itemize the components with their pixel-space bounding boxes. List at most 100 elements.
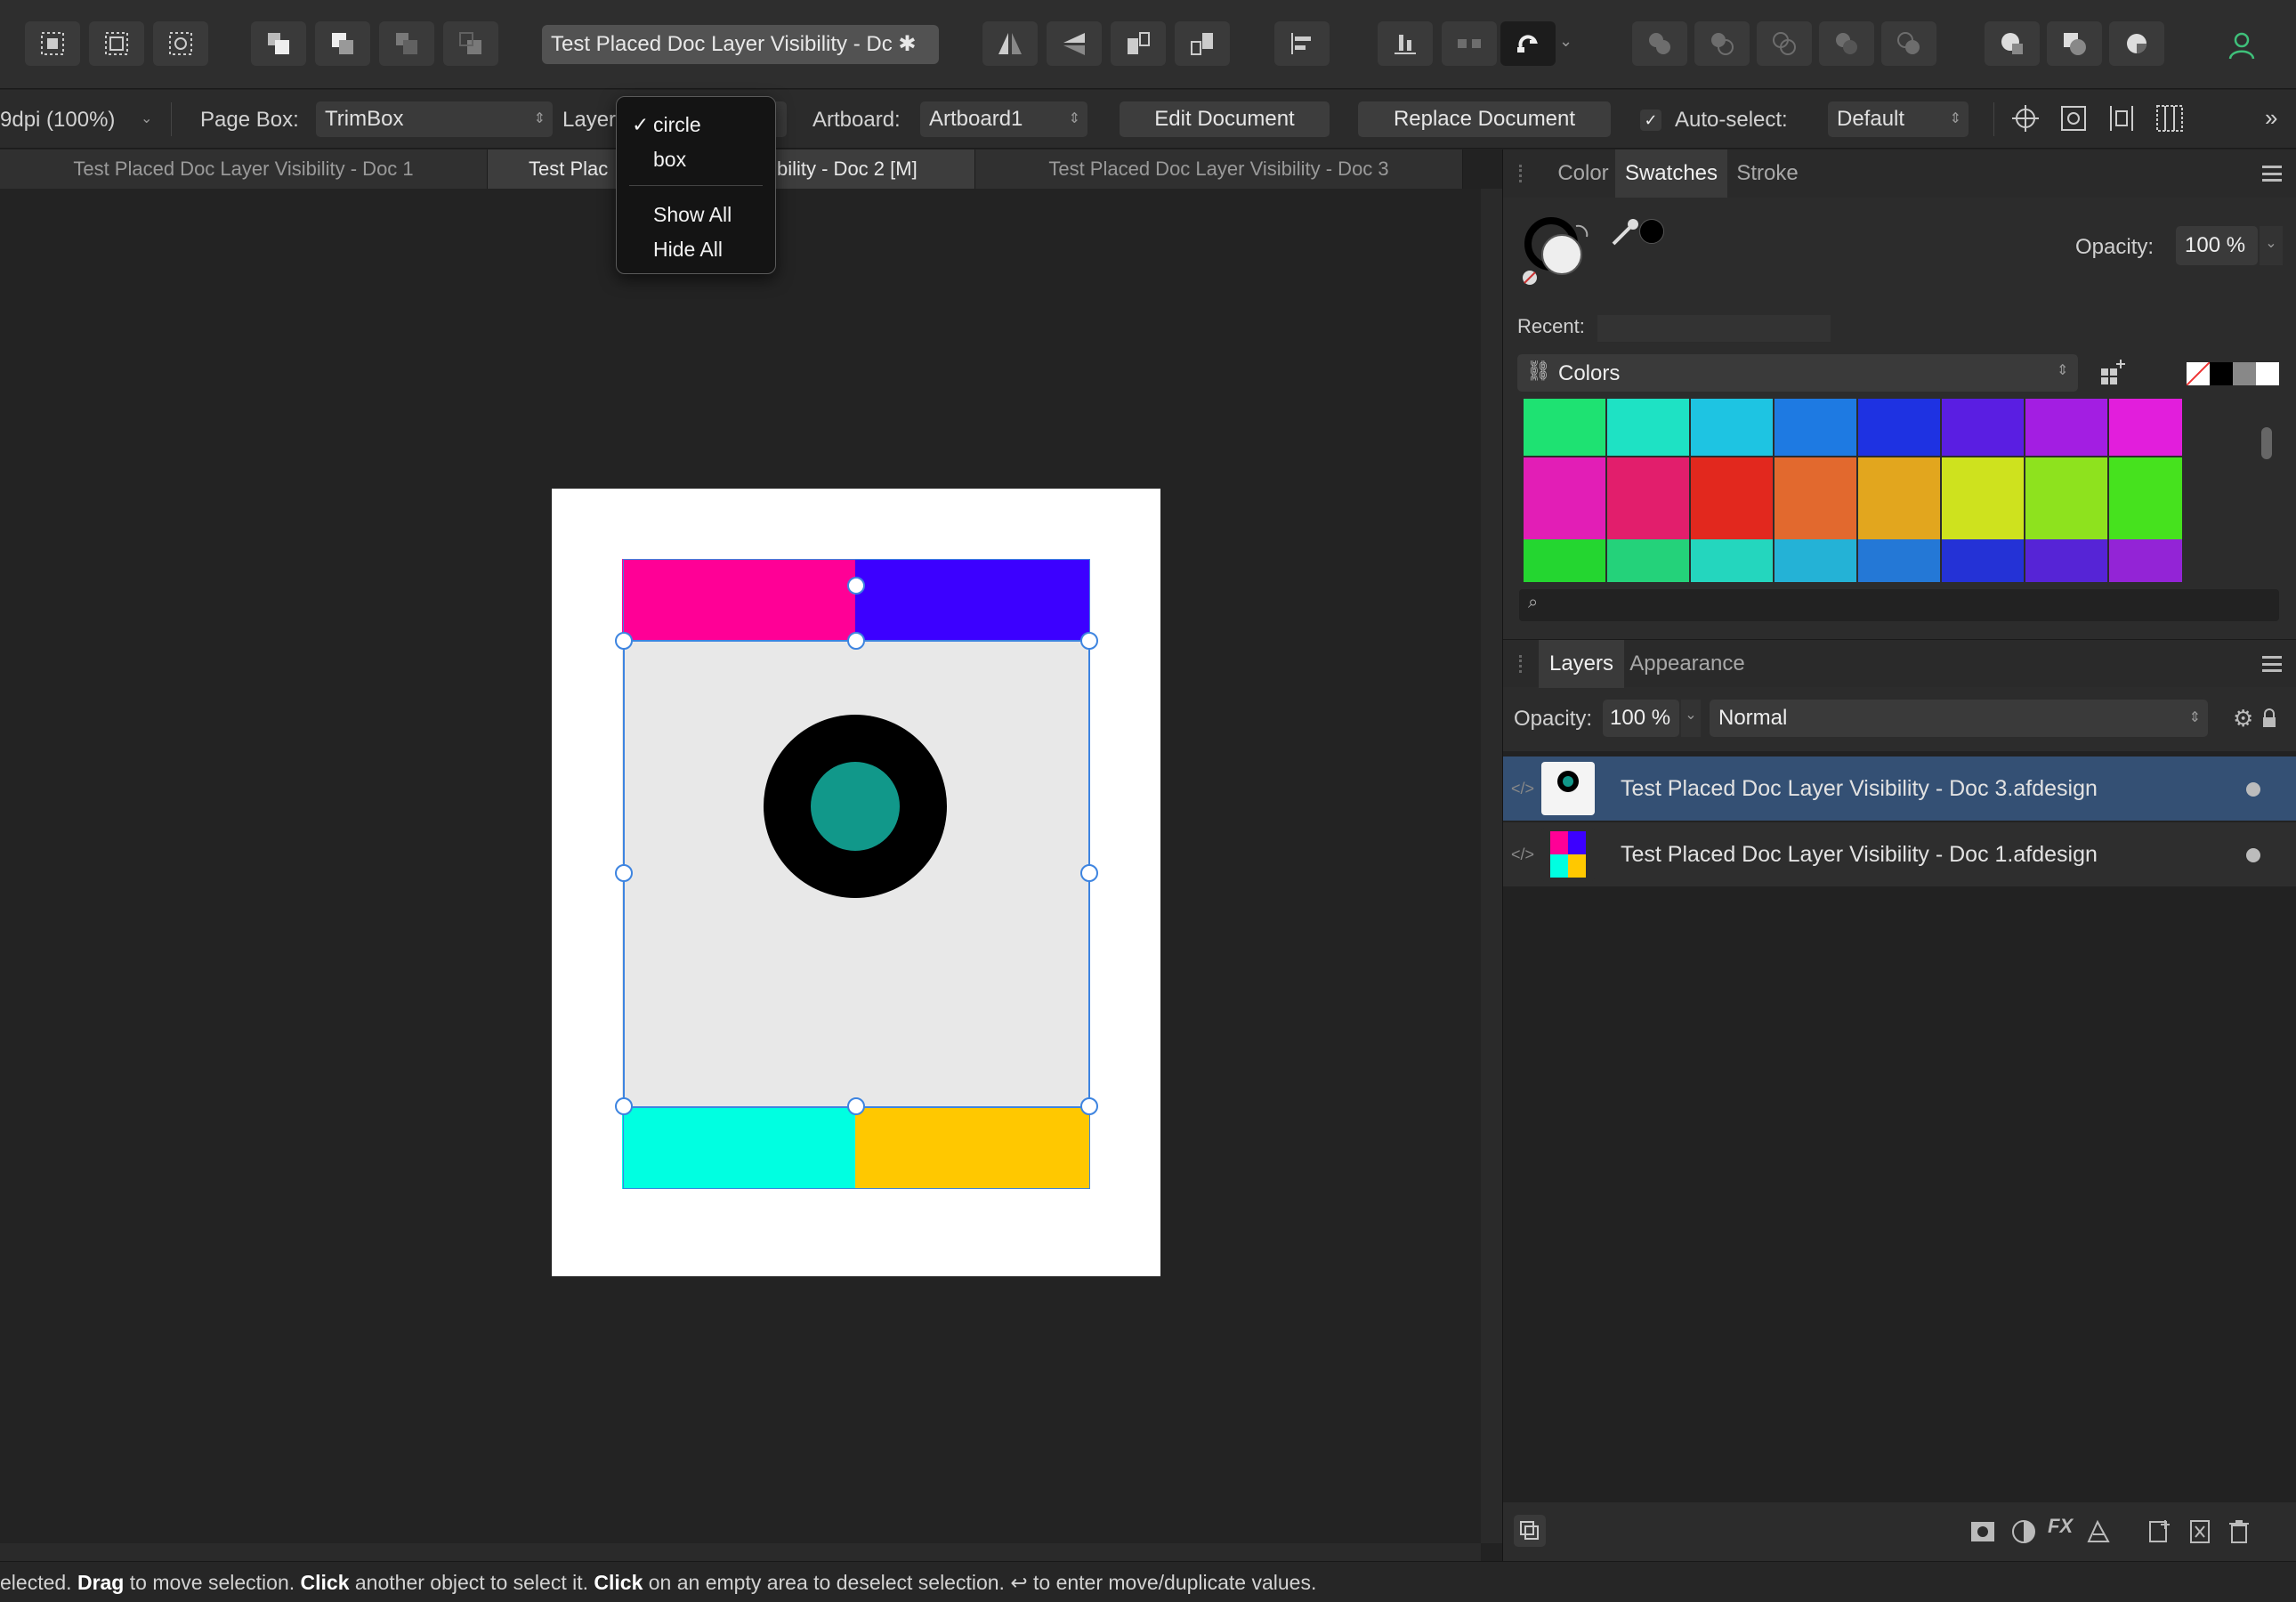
auto-select-checkbox[interactable]: ✓ — [1640, 109, 1661, 131]
tab-layers[interactable]: Layers — [1539, 640, 1624, 688]
picked-color-swatch[interactable] — [1639, 219, 1664, 244]
tab-swatches[interactable]: Swatches — [1615, 150, 1727, 198]
dpi-dropdown-icon[interactable]: ⌄ — [141, 109, 152, 127]
resize-handle[interactable] — [615, 864, 633, 882]
arrange-forward-icon[interactable] — [315, 21, 370, 66]
resize-handle[interactable] — [847, 1097, 865, 1115]
resize-handle[interactable] — [615, 1097, 633, 1115]
swatch-scrollbar[interactable] — [2261, 427, 2272, 459]
rotate-left-icon[interactable] — [1111, 21, 1166, 66]
swatch-search-input[interactable]: ⌕ — [1519, 589, 2279, 621]
color-swatch[interactable] — [1691, 399, 1773, 456]
canvas-area[interactable] — [0, 189, 1481, 1543]
layer-row[interactable]: </> Test Placed Doc Layer Visibility - D… — [1503, 756, 2296, 821]
boolean-subtract-icon[interactable] — [1694, 21, 1750, 66]
flip-vertical-icon[interactable] — [1047, 21, 1102, 66]
menu-item-hide-all[interactable]: Hide All — [617, 233, 775, 265]
layers-options-icon[interactable] — [1514, 1515, 1546, 1547]
document-title[interactable]: Test Placed Doc Layer Visibility - Dc ✱ — [542, 25, 939, 64]
distribute-spacing-icon[interactable] — [2106, 102, 2141, 136]
blend-mode-select[interactable]: Normal ⇕ — [1710, 700, 2208, 737]
rotation-handle[interactable] — [847, 577, 865, 595]
color-swatch[interactable] — [1858, 399, 1940, 456]
color-swatch[interactable] — [2025, 399, 2107, 456]
grid-icon[interactable] — [2154, 102, 2189, 136]
snapping-magnet-icon[interactable] — [1500, 21, 1556, 66]
overflow-chevron-icon[interactable]: » — [2265, 104, 2277, 132]
color-picker-icon[interactable] — [1608, 214, 1644, 249]
trash-icon[interactable] — [2226, 1518, 2252, 1545]
tab-doc-3[interactable]: Test Placed Doc Layer Visibility - Doc 3 — [975, 150, 1463, 189]
color-swatch[interactable] — [2025, 539, 2107, 582]
color-swatch[interactable] — [1607, 457, 1689, 539]
visibility-dot-icon[interactable] — [2246, 848, 2260, 862]
panel-grip-icon[interactable] — [1519, 655, 1530, 673]
color-swatch[interactable] — [1607, 539, 1689, 582]
persona-pixel-icon[interactable] — [2047, 21, 2102, 66]
layer-row[interactable]: </> Test Placed Doc Layer Visibility - D… — [1503, 822, 2296, 886]
arrange-front-icon[interactable] — [251, 21, 306, 66]
color-swatch[interactable] — [1942, 457, 2024, 539]
group-icon[interactable] — [2187, 1518, 2213, 1545]
horizontal-scrollbar[interactable] — [0, 1543, 1481, 1561]
tab-stroke[interactable]: Stroke — [1727, 150, 1807, 198]
color-swatch[interactable] — [1607, 399, 1689, 456]
white-swatch[interactable] — [2256, 362, 2279, 385]
show-bbox-icon[interactable] — [2058, 102, 2093, 136]
boolean-intersect-icon[interactable] — [1757, 21, 1812, 66]
color-swatch[interactable] — [1942, 539, 2024, 582]
visibility-dot-icon[interactable] — [2246, 782, 2260, 797]
color-swatch[interactable] — [1524, 457, 1605, 539]
resize-handle[interactable] — [615, 632, 633, 650]
boolean-divide-icon[interactable] — [1881, 21, 1936, 66]
palette-select[interactable]: ⛓ Colors ⇕ — [1517, 354, 2078, 392]
opacity-input[interactable]: 100 % — [2176, 226, 2258, 265]
color-swatch[interactable] — [1775, 399, 1856, 456]
black-swatch[interactable] — [2210, 362, 2233, 385]
resize-handle[interactable] — [1080, 864, 1098, 882]
artboard-select[interactable]: Artboard1 ⇕ — [920, 101, 1087, 137]
replace-document-button[interactable]: Replace Document — [1358, 101, 1611, 137]
arrange-back-icon[interactable] — [443, 21, 498, 66]
persona-designer-icon[interactable] — [1985, 21, 2040, 66]
menu-item-show-all[interactable]: Show All — [617, 198, 775, 231]
panel-grip-icon[interactable] — [1519, 165, 1530, 182]
arrange-backward-icon[interactable] — [379, 21, 434, 66]
color-swatch[interactable] — [1775, 457, 1856, 539]
add-layer-icon[interactable] — [2146, 1518, 2172, 1545]
dpi-zoom-readout[interactable]: 9dpi (100%) — [0, 108, 115, 133]
distribute-icon[interactable] — [1378, 21, 1433, 66]
recent-colors-strip[interactable] — [1597, 315, 1831, 342]
none-swatch[interactable] — [2187, 362, 2210, 385]
color-swatch[interactable] — [1691, 457, 1773, 539]
transform-icon[interactable] — [1442, 21, 1497, 66]
mask-icon[interactable] — [1969, 1518, 1996, 1545]
opacity-dropdown-icon[interactable]: ⌄ — [2260, 226, 2283, 265]
page-box-select[interactable]: TrimBox ⇕ — [316, 101, 553, 137]
color-swatch[interactable] — [2025, 457, 2107, 539]
edit-document-button[interactable]: Edit Document — [1120, 101, 1330, 137]
persona-export-icon[interactable] — [2109, 21, 2164, 66]
panel-menu-icon[interactable] — [2262, 656, 2282, 672]
fx-icon[interactable]: FX — [2048, 1515, 2080, 1547]
panel-menu-icon[interactable] — [2262, 166, 2282, 182]
add-swatch-icon[interactable] — [2098, 356, 2130, 388]
color-swatch[interactable] — [2109, 399, 2182, 456]
vertical-scrollbar[interactable] — [1481, 189, 1502, 1543]
fill-stroke-widget[interactable] — [1521, 214, 1594, 287]
auto-select-select[interactable]: Default ⇕ — [1828, 101, 1969, 137]
align-icon[interactable] — [1274, 21, 1330, 66]
color-swatch[interactable] — [1942, 399, 2024, 456]
user-account-icon[interactable] — [2212, 21, 2268, 66]
color-swatch[interactable] — [1858, 539, 1940, 582]
transform-origin-icon[interactable] — [2009, 102, 2045, 136]
tab-color[interactable]: Color — [1539, 150, 1628, 198]
color-swatch[interactable] — [2109, 539, 2182, 582]
snap-frame-icon[interactable] — [89, 21, 144, 66]
tab-doc-1[interactable]: Test Placed Doc Layer Visibility - Doc 1 — [0, 150, 488, 189]
boolean-add-icon[interactable] — [1632, 21, 1687, 66]
adjustment-icon[interactable] — [2010, 1518, 2037, 1545]
snapping-dropdown-icon[interactable]: ⌄ — [1559, 32, 1582, 59]
color-swatch[interactable] — [2109, 457, 2182, 539]
color-swatch[interactable] — [1524, 539, 1605, 582]
